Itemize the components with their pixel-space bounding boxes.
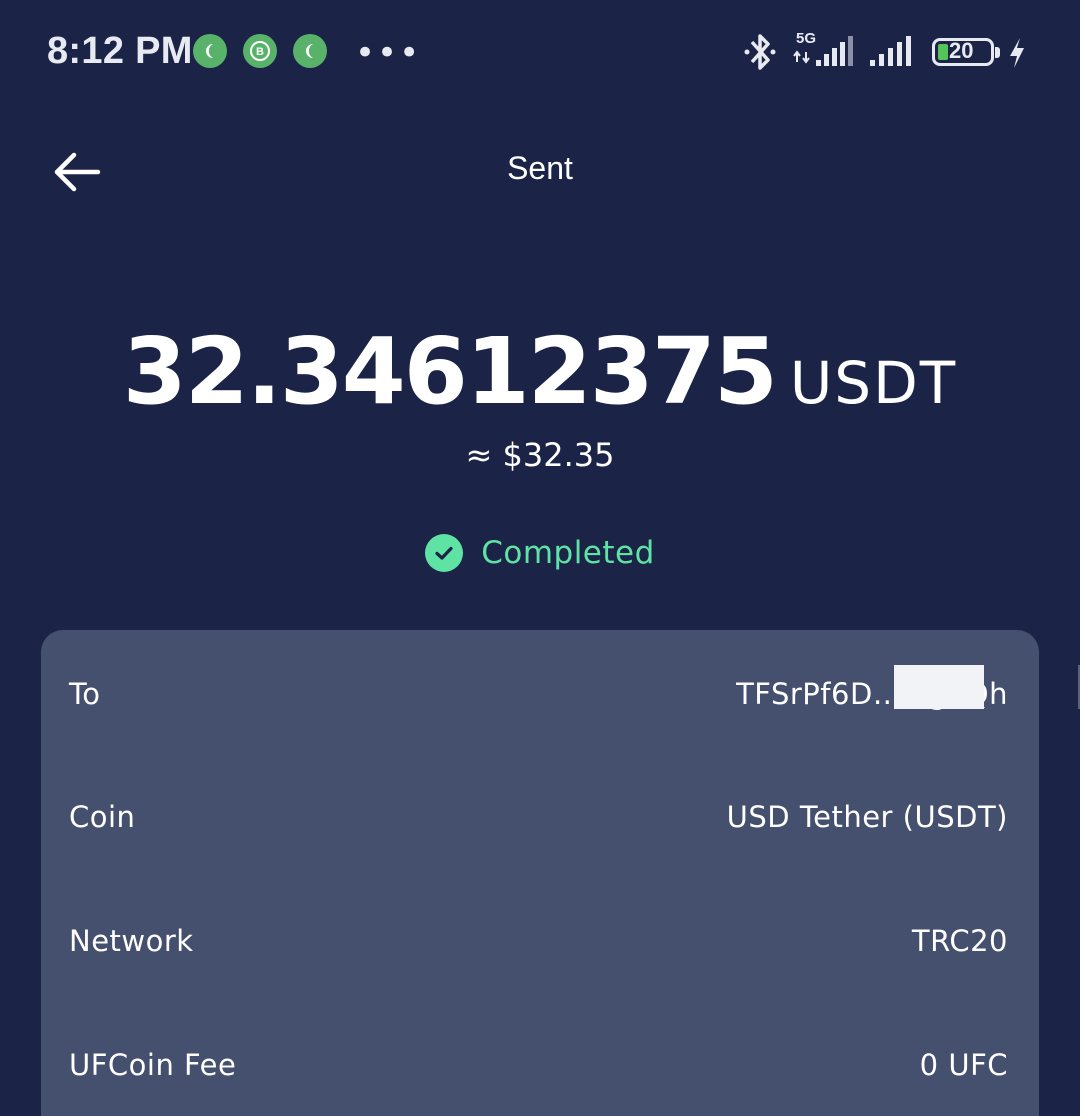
detail-value-fee: 0 UFC <box>919 1048 1008 1082</box>
charging-icon <box>1010 38 1024 68</box>
bluetooth-icon <box>744 34 776 70</box>
detail-row-to: To TFSrPf6D…fsgaQh <box>41 664 1080 724</box>
detail-value-coin: USD Tether (USDT) <box>726 800 1008 834</box>
business-chat-icon: B <box>243 34 277 68</box>
more-notifications-icon: ••• <box>355 33 422 73</box>
check-circle-icon <box>425 534 464 572</box>
status-time: 8:12 PM <box>47 30 193 72</box>
transaction-detail-screen: 8:12 PM B ••• 5G 20 Sent 32.34612375 USD… <box>0 0 1080 1116</box>
status-label: Completed <box>481 535 655 571</box>
chat-icon <box>293 34 327 68</box>
details-card: To TFSrPf6D…fsgaQh Coin USD Tether (USDT… <box>41 630 1080 1116</box>
redaction-block <box>894 665 985 709</box>
detail-label-fee: UFCoin Fee <box>69 1048 237 1082</box>
fiat-value: ≈ $32.35 <box>465 436 615 474</box>
transaction-status: Completed <box>0 534 1080 572</box>
svg-text:B: B <box>256 46 264 58</box>
signal-strength-icon-sim2 <box>870 36 911 66</box>
amount-row: 32.34612375 USDT <box>0 318 1080 425</box>
detail-label-coin: Coin <box>69 800 136 834</box>
amount-value: 32.34612375 <box>122 318 778 425</box>
amount-unit: USDT <box>789 349 958 417</box>
battery-icon: 20 <box>932 38 1000 66</box>
detail-label-network: Network <box>69 924 194 958</box>
detail-row-coin: Coin USD Tether (USDT) <box>41 787 1039 847</box>
battery-fill <box>938 44 948 60</box>
detail-label-to: To <box>69 677 101 711</box>
detail-row-network: Network TRC20 <box>41 911 1039 971</box>
battery-level: 20 <box>949 38 974 63</box>
signal-strength-icon-sim1 <box>793 36 853 66</box>
status-bar: 8:12 PM B ••• 5G 20 <box>0 0 1080 104</box>
detail-value-network: TRC20 <box>911 924 1008 958</box>
chat-icon <box>193 34 227 68</box>
page-title: Sent <box>507 150 573 186</box>
recipient-address[interactable]: TFSrPf6D…fsgaQh <box>736 665 1080 711</box>
detail-row-fee: UFCoin Fee 0 UFC <box>41 1035 1039 1095</box>
